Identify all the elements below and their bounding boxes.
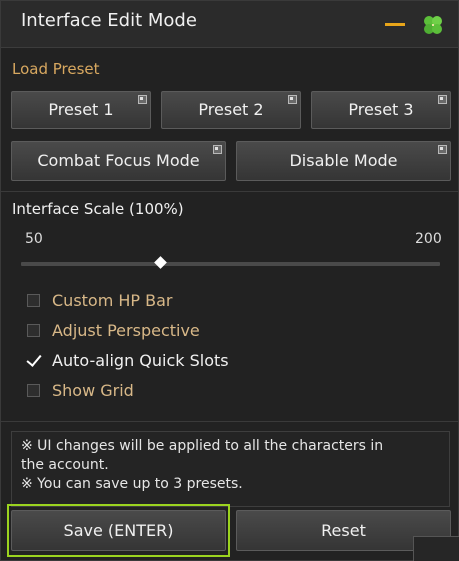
section-divider [1,421,458,422]
notice-line-2: the account. [21,457,109,473]
preset-1-button[interactable]: Preset 1 [11,91,151,129]
auto-align-quick-slots-checkbox[interactable] [27,354,40,367]
disable-mode-label: Disable Mode [289,151,398,170]
save-button-highlight [7,504,230,557]
interface-scale-label: Interface Scale (100%) [12,200,184,218]
section-divider [1,191,458,192]
interface-edit-mode-window: Interface Edit Mode Load Preset Preset 1… [0,0,459,561]
custom-hp-bar-label: Custom HP Bar [52,291,173,310]
popout-icon [438,145,447,154]
scale-slider-track[interactable] [21,262,440,266]
adjust-perspective-label: Adjust Perspective [52,321,200,340]
popout-icon [438,95,447,104]
auto-align-quick-slots-label: Auto-align Quick Slots [52,351,229,370]
show-grid-checkbox[interactable] [27,384,40,397]
notice-line-1: ※ UI changes will be applied to all the … [21,438,384,454]
disable-mode-button[interactable]: Disable Mode [236,141,451,181]
scale-max-label: 200 [415,231,442,247]
preset-1-label: Preset 1 [48,100,114,119]
custom-hp-bar-checkbox[interactable] [27,294,40,307]
adjust-perspective-checkbox[interactable] [27,324,40,337]
scale-min-label: 50 [25,231,43,247]
combat-focus-mode-label: Combat Focus Mode [37,151,200,170]
title-bar[interactable]: Interface Edit Mode [1,1,458,48]
preset-2-label: Preset 2 [198,100,264,119]
minimize-icon[interactable] [385,23,405,26]
preset-2-button[interactable]: Preset 2 [161,91,301,129]
popout-icon [138,95,147,104]
resize-grip[interactable] [413,536,459,561]
preset-3-label: Preset 3 [348,100,414,119]
notice-line-3: ※ You can save up to 3 presets. [21,476,243,492]
show-grid-label: Show Grid [52,381,134,400]
popout-icon [213,145,222,154]
window-title: Interface Edit Mode [21,10,197,31]
clover-icon[interactable] [420,12,446,38]
combat-focus-mode-button[interactable]: Combat Focus Mode [11,141,226,181]
popout-icon [288,95,297,104]
load-preset-label: Load Preset [12,60,100,78]
preset-3-button[interactable]: Preset 3 [311,91,451,129]
scale-slider-thumb[interactable] [154,256,168,269]
notice-box: ※ UI changes will be applied to all the … [11,431,450,507]
